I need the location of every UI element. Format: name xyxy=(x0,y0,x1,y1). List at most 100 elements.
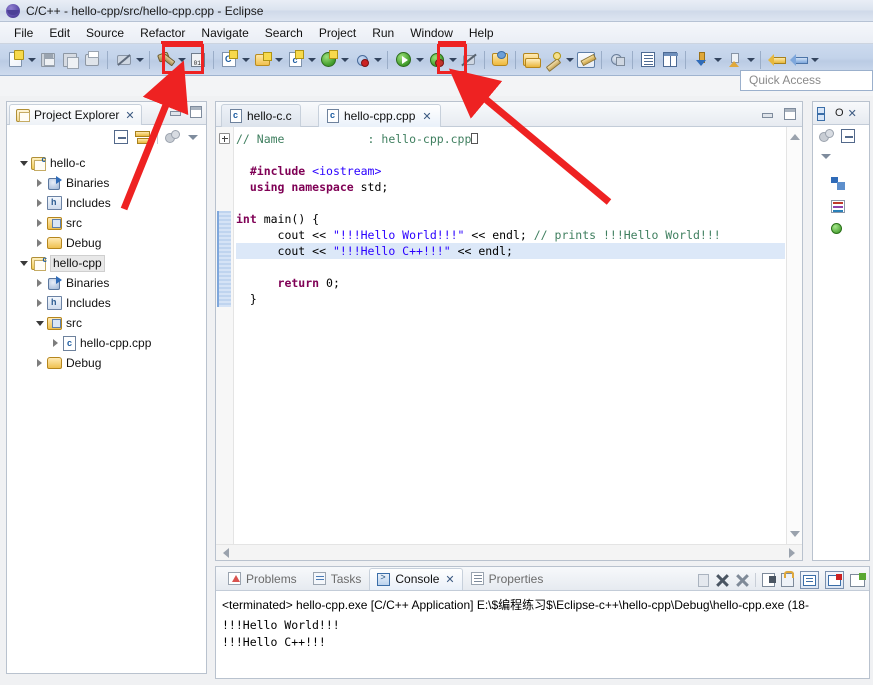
editor-gutter[interactable] xyxy=(216,127,234,544)
chevron-right-icon[interactable] xyxy=(33,216,47,230)
chevron-down-icon[interactable] xyxy=(414,48,425,72)
chevron-down-icon[interactable] xyxy=(273,48,284,72)
open-element-button[interactable] xyxy=(520,48,542,72)
tree-item-src[interactable]: src xyxy=(7,213,206,233)
remove-all-terminated-icon[interactable] xyxy=(735,573,749,587)
console-output[interactable]: <terminated> hello-cpp.exe [C/C++ Applic… xyxy=(216,591,869,651)
chevron-down-icon[interactable] xyxy=(17,256,31,270)
menu-navigate[interactable]: Navigate xyxy=(193,24,256,42)
editor-horizontal-scrollbar[interactable] xyxy=(216,544,802,560)
chevron-right-icon[interactable] xyxy=(33,356,47,370)
chevron-down-icon[interactable] xyxy=(240,48,251,72)
menu-source[interactable]: Source xyxy=(78,24,132,42)
tree-item-includes[interactable]: Includes xyxy=(7,293,206,313)
minimize-icon[interactable] xyxy=(169,107,181,118)
scroll-down-icon[interactable] xyxy=(790,529,800,539)
close-icon[interactable]: ✕ xyxy=(848,107,857,120)
open-resource-button[interactable] xyxy=(489,48,511,72)
editor-tab-hello-cpp-cpp[interactable]: hello-cpp.cpp ✕ xyxy=(318,104,441,127)
new-c-file-button[interactable] xyxy=(284,48,306,72)
editor-vertical-scrollbar[interactable] xyxy=(786,127,802,544)
console-tab-tasks[interactable]: Tasks xyxy=(305,568,370,590)
forward-button[interactable] xyxy=(787,48,809,72)
open-console-button[interactable] xyxy=(825,571,844,589)
console-tab-problems[interactable]: Problems xyxy=(220,568,305,590)
tree-item-includes[interactable]: Includes xyxy=(7,193,206,213)
maximize-icon[interactable] xyxy=(190,106,202,118)
view-menu-caret-down-icon[interactable] xyxy=(819,149,833,163)
tree-item-binaries[interactable]: Binaries xyxy=(7,173,206,193)
chevron-down-icon[interactable] xyxy=(372,48,383,72)
close-icon[interactable]: ✕ xyxy=(125,109,134,122)
menu-file[interactable]: File xyxy=(6,24,41,42)
outline-entry-blue-icon[interactable] xyxy=(831,177,845,190)
scroll-lock-icon[interactable] xyxy=(781,571,794,587)
debug-button[interactable] xyxy=(350,48,372,72)
scroll-right-icon[interactable] xyxy=(787,548,797,558)
terminate-icon[interactable] xyxy=(715,573,729,587)
collapse-all-icon[interactable] xyxy=(114,130,128,144)
minimize-icon[interactable] xyxy=(761,109,773,120)
link-with-editor-icon[interactable] xyxy=(135,130,152,144)
print-button[interactable] xyxy=(81,48,103,72)
magic-wand-button[interactable] xyxy=(542,48,564,72)
back-button[interactable] xyxy=(765,48,787,72)
new-class-button[interactable] xyxy=(317,48,339,72)
new-c-project-button[interactable] xyxy=(218,48,240,72)
tree-item-debug[interactable]: Debug xyxy=(7,233,206,253)
editor-tab-hello-c-c[interactable]: hello-c.c xyxy=(221,104,301,127)
outline-view-menu[interactable] xyxy=(813,147,869,165)
remove-launch-icon[interactable] xyxy=(762,573,776,587)
chevron-right-icon[interactable] xyxy=(33,296,47,310)
collapse-all-icon[interactable] xyxy=(841,129,855,143)
scroll-left-icon[interactable] xyxy=(221,548,231,558)
console-tab-properties[interactable]: Properties xyxy=(463,568,552,590)
quick-access-input[interactable]: Quick Access xyxy=(740,70,873,91)
close-icon[interactable]: ✕ xyxy=(422,110,431,123)
view-menu-caret-down-icon[interactable] xyxy=(186,130,200,144)
menu-search[interactable]: Search xyxy=(257,24,311,42)
clear-console-icon[interactable] xyxy=(698,573,709,587)
chevron-down-icon[interactable] xyxy=(339,48,350,72)
chevron-down-icon[interactable] xyxy=(712,48,723,72)
run-button[interactable] xyxy=(392,48,414,72)
editor-body[interactable]: // Name : hello-cpp.cpp #include <iostre… xyxy=(216,127,802,560)
binary-button[interactable] xyxy=(187,48,209,72)
chevron-down-icon[interactable] xyxy=(306,48,317,72)
chevron-right-icon[interactable] xyxy=(33,196,47,210)
tree-item-binaries[interactable]: Binaries xyxy=(7,273,206,293)
view-menu-gray-icon[interactable] xyxy=(819,129,834,143)
outline-entry-lines-icon[interactable] xyxy=(831,200,845,213)
menu-window[interactable]: Window xyxy=(402,24,461,42)
chevron-down-icon[interactable] xyxy=(745,48,756,72)
editor-code-area[interactable]: // Name : hello-cpp.cpp #include <iostre… xyxy=(236,127,785,544)
close-icon[interactable]: ✕ xyxy=(445,573,454,586)
menu-edit[interactable]: Edit xyxy=(41,24,78,42)
chevron-down-icon[interactable] xyxy=(17,156,31,170)
chevron-down-icon[interactable] xyxy=(176,48,187,72)
tree-item-hello-cpp[interactable]: hello-cpp xyxy=(7,253,206,273)
new-folder-button[interactable] xyxy=(251,48,273,72)
chevron-down-icon[interactable] xyxy=(134,48,145,72)
next-annotation-button[interactable] xyxy=(690,48,712,72)
menu-help[interactable]: Help xyxy=(461,24,502,42)
run-debug-button[interactable] xyxy=(425,48,447,72)
console-tab-console[interactable]: Console ✕ xyxy=(369,567,463,590)
save-button[interactable] xyxy=(37,48,59,72)
chevron-right-icon[interactable] xyxy=(33,236,47,250)
tree-item-hello-cpp-cpp[interactable]: hello-cpp.cpp xyxy=(7,333,206,353)
toggle-mark-occurrences-button[interactable] xyxy=(575,48,597,72)
skip-all-breakpoints-button[interactable] xyxy=(112,48,134,72)
outline-entry-green-icon[interactable] xyxy=(831,223,842,234)
toggle-block-selection-button[interactable] xyxy=(637,48,659,72)
chevron-down-icon[interactable] xyxy=(26,48,37,72)
chevron-down-icon[interactable] xyxy=(809,48,820,72)
fold-expand-icon[interactable] xyxy=(219,133,230,144)
tree-item-src[interactable]: src xyxy=(7,313,206,333)
tree-item-debug[interactable]: Debug xyxy=(7,353,206,373)
menu-run[interactable]: Run xyxy=(364,24,402,42)
new-file-button[interactable] xyxy=(4,48,26,72)
skip-breakpoints-button[interactable] xyxy=(458,48,480,72)
show-whitespace-button[interactable] xyxy=(659,48,681,72)
tab-project-explorer[interactable]: Project Explorer ✕ xyxy=(9,104,142,125)
